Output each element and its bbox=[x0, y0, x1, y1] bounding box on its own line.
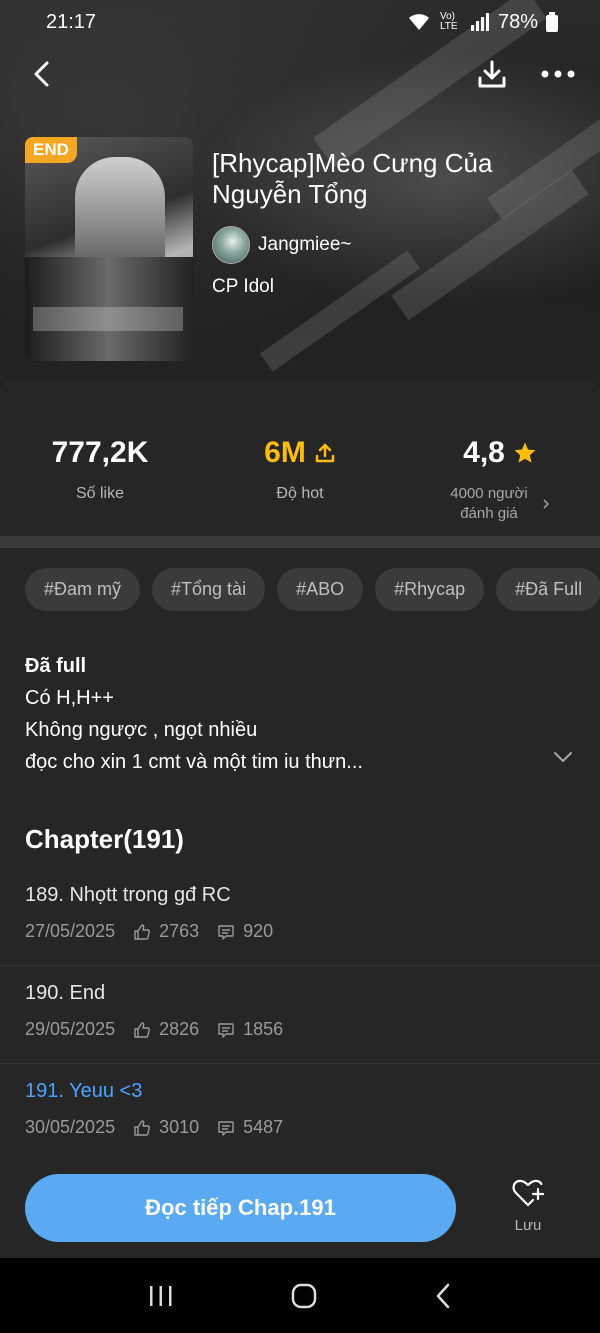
stat-hot: 6M Độ hot bbox=[200, 380, 400, 535]
chapter-list: 189. Nhọtt trong gđ RC 27/05/2025 2763 9… bbox=[0, 868, 600, 1162]
comment-icon bbox=[218, 1022, 234, 1038]
battery-percent: 78% bbox=[497, 10, 538, 33]
back-button[interactable] bbox=[24, 56, 60, 92]
back-nav-icon[interactable] bbox=[434, 1282, 452, 1310]
status-time: 21:17 bbox=[46, 10, 97, 33]
description[interactable]: Đã full Có H,H++ Không ngược , ngọt nhiề… bbox=[25, 650, 545, 778]
star-icon bbox=[514, 442, 536, 463]
back-arrow-icon bbox=[34, 61, 49, 87]
top-nav bbox=[0, 48, 600, 100]
rating-value: 4,8 bbox=[463, 436, 505, 469]
chapter-comments: 5487 bbox=[243, 1117, 284, 1137]
network-label: Vo) LTE bbox=[439, 11, 458, 32]
battery-icon bbox=[546, 12, 558, 32]
chapter-date: 29/05/2025 bbox=[25, 1019, 116, 1039]
stat-likes: 777,2K Số like bbox=[0, 380, 200, 535]
stat-rating[interactable]: 4,8 4000 người đánh giá bbox=[400, 380, 600, 535]
heart-plus-icon bbox=[512, 1179, 545, 1207]
tag-chip[interactable]: #Rhycap bbox=[375, 568, 485, 611]
author-row[interactable]: Jangmiee~ bbox=[212, 226, 351, 264]
chapter-heading: Chapter(191) bbox=[25, 824, 184, 854]
chapter-row[interactable]: 189. Nhọtt trong gđ RC 27/05/2025 2763 9… bbox=[0, 868, 600, 966]
detail-panel: 777,2K Số like 6M Độ hot 4,8 4000 người … bbox=[0, 380, 600, 1180]
more-dots-icon bbox=[541, 70, 575, 78]
description-line: Đã full bbox=[25, 655, 87, 677]
author-name[interactable]: Jangmiee~ bbox=[258, 234, 351, 256]
tag-chip[interactable]: #ABO bbox=[277, 568, 364, 611]
chapter-row[interactable]: 191. Yeuu <3 30/05/2025 3010 5487 bbox=[0, 1064, 600, 1162]
wifi-icon bbox=[408, 14, 429, 30]
book-title: [Rhycap]Mèo Cưng Của Nguyễn Tổng bbox=[212, 148, 493, 209]
stats-row: 777,2K Số like 6M Độ hot 4,8 4000 người … bbox=[0, 380, 600, 535]
more-button[interactable] bbox=[540, 56, 576, 92]
continue-reading-button[interactable]: Đọc tiếp Chap.191 bbox=[25, 1174, 456, 1242]
description-line: Có H,H++ bbox=[25, 687, 114, 709]
rating-count-label-2: đánh giá bbox=[460, 505, 518, 522]
likes-value: 777,2K bbox=[51, 436, 149, 469]
likes-label: Số like bbox=[75, 485, 125, 502]
chevron-right-icon bbox=[543, 499, 549, 509]
bottom-action-bar: Đọc tiếp Chap.191 Lưu bbox=[0, 1160, 600, 1258]
chapter-comments: 920 bbox=[243, 921, 274, 941]
chapter-title: 189. Nhọtt trong gđ RC bbox=[25, 884, 231, 906]
tag-chip[interactable]: #Đam mỹ bbox=[25, 568, 141, 611]
thumbs-up-icon bbox=[134, 1119, 151, 1136]
thumbs-up-icon bbox=[134, 923, 151, 940]
chapter-likes: 3010 bbox=[159, 1117, 200, 1137]
chevron-down-icon[interactable] bbox=[552, 750, 574, 764]
save-label: Lưu bbox=[514, 1217, 542, 1234]
thumbs-up-icon bbox=[134, 1021, 151, 1038]
chapter-title: 190. End bbox=[25, 982, 106, 1004]
chapter-row[interactable]: 190. End 29/05/2025 2826 1856 bbox=[0, 966, 600, 1064]
rating-count-label: 4000 người bbox=[450, 485, 528, 502]
hot-upload-icon bbox=[315, 443, 335, 463]
chapter-likes: 2826 bbox=[159, 1019, 200, 1039]
home-icon[interactable] bbox=[290, 1282, 318, 1310]
recent-apps-icon[interactable] bbox=[148, 1284, 174, 1308]
tag-chip[interactable]: #Tổng tài bbox=[152, 568, 266, 611]
signal-icon bbox=[470, 13, 489, 31]
comment-icon bbox=[218, 1120, 234, 1136]
system-nav-bar bbox=[0, 1258, 600, 1333]
tag-chip[interactable]: #Đã Full bbox=[496, 568, 600, 611]
chapter-comments: 1856 bbox=[243, 1019, 284, 1039]
hot-value: 6M bbox=[264, 436, 306, 469]
author-avatar[interactable] bbox=[212, 226, 250, 264]
hot-label: Độ hot bbox=[276, 485, 324, 502]
book-category: CP Idol bbox=[212, 276, 274, 297]
chapter-date: 30/05/2025 bbox=[25, 1117, 116, 1137]
status-bar: 21:17 Vo) LTE 78% bbox=[0, 0, 600, 44]
save-button[interactable]: Lưu bbox=[498, 1178, 558, 1234]
section-divider bbox=[0, 536, 600, 548]
end-badge: END bbox=[25, 137, 77, 163]
download-icon bbox=[478, 60, 506, 88]
chapter-likes: 2763 bbox=[159, 921, 200, 941]
download-button[interactable] bbox=[474, 56, 510, 92]
description-line: đọc cho xin 1 cmt và một tim iu thưn... bbox=[25, 751, 363, 773]
book-cover[interactable]: END bbox=[25, 137, 193, 361]
chapter-date: 27/05/2025 bbox=[25, 921, 116, 941]
comment-icon bbox=[218, 924, 234, 940]
chapter-title: 191. Yeuu <3 bbox=[25, 1080, 143, 1102]
description-line: Không ngược , ngọt nhiều bbox=[25, 719, 258, 741]
tag-list: #Đam mỹ #Tổng tài #ABO #Rhycap #Đã Full bbox=[25, 568, 600, 611]
